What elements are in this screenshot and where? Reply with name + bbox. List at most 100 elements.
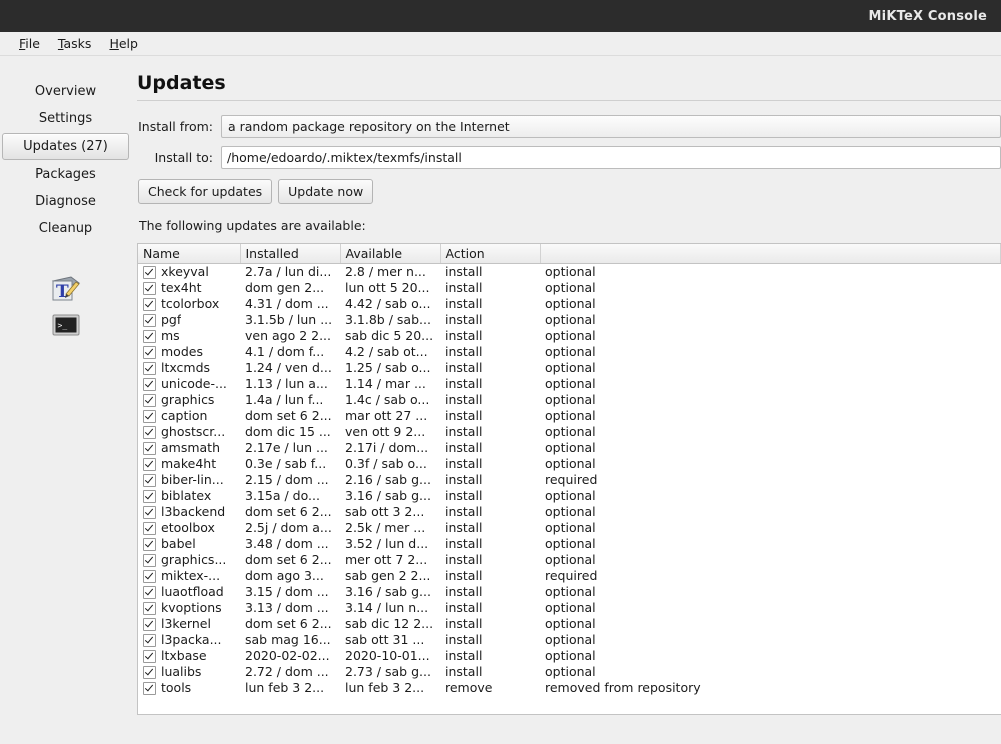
row-checkbox[interactable] [143, 345, 156, 359]
cell-installed: 2.7a / lun di... [245, 264, 332, 279]
table-row[interactable]: modes 4.1 / dom f... 4.2 / sab ot... instal… [138, 344, 1001, 360]
table-row[interactable]: tcolorbox 4.31 / dom ... 4.42 / sab o... in… [138, 296, 1001, 312]
table-row[interactable]: graphics 1.4a / lun f... 1.4c / sab o... in… [138, 392, 1001, 408]
package-name: ltxcmds [161, 360, 211, 375]
terminal-icon[interactable]: >_ [52, 314, 80, 338]
row-checkbox[interactable] [143, 457, 156, 471]
row-checkbox[interactable] [143, 329, 156, 343]
update-now-button[interactable]: Update now [278, 179, 374, 204]
cell-installed: lun feb 3 2... [245, 680, 325, 695]
table-row[interactable]: babel 3.48 / dom ... 3.52 / lun d... instal… [138, 536, 1001, 552]
table-row[interactable]: graphics... dom set 6 2... mer ott 7 2... i… [138, 552, 1001, 568]
install-to-input[interactable]: /home/edoardo/.miktex/texmfs/install [221, 146, 1001, 169]
table-row[interactable]: ltxcmds 1.24 / ven d... 1.25 / sab o... ins… [138, 360, 1001, 376]
row-checkbox[interactable] [143, 649, 156, 663]
row-checkbox[interactable] [143, 569, 156, 583]
cell-available: sab ott 31 ... [345, 632, 425, 647]
cell-available: mar ott 27 ... [345, 408, 428, 423]
cell-action: install [445, 616, 483, 631]
row-checkbox[interactable] [143, 473, 156, 487]
row-checkbox[interactable] [143, 521, 156, 535]
menu-help[interactable]: Help [100, 34, 147, 53]
row-checkbox[interactable] [143, 585, 156, 599]
table-row[interactable]: l3kernel dom set 6 2... sab dic 12 2... ins… [138, 616, 1001, 632]
cell-available: 1.25 / sab o... [345, 360, 431, 375]
row-checkbox[interactable] [143, 537, 156, 551]
row-checkbox[interactable] [143, 409, 156, 423]
row-checkbox[interactable] [143, 617, 156, 631]
table-row[interactable]: l3packa... sab mag 16... sab ott 31 ... ins… [138, 632, 1001, 648]
table-row[interactable]: ghostscr... dom dic 15 ... ven ott 9 2... i… [138, 424, 1001, 440]
package-name: lualibs [161, 664, 202, 679]
table-row[interactable]: amsmath 2.17e / lun ... 2.17i / dom... inst… [138, 440, 1001, 456]
table-row[interactable]: tools lun feb 3 2... lun feb 3 2... remove r… [138, 680, 1001, 696]
table-row[interactable]: make4ht 0.3e / sab f... 0.3f / sab o... ins… [138, 456, 1001, 472]
cell-available: 3.16 / sab g... [345, 584, 431, 599]
row-checkbox[interactable] [143, 489, 156, 503]
texworks-icon[interactable]: T [49, 272, 83, 306]
row-checkbox[interactable] [143, 505, 156, 519]
sidebar-item-label: Overview [34, 84, 97, 99]
row-checkbox[interactable] [143, 313, 156, 327]
row-checkbox[interactable] [143, 681, 156, 695]
cell-note: optional [545, 376, 596, 391]
cell-note: optional [545, 280, 596, 295]
sidebar-item-diagnose[interactable]: Diagnose [0, 188, 131, 215]
row-checkbox[interactable] [143, 553, 156, 567]
row-checkbox[interactable] [143, 265, 156, 279]
table-row[interactable]: caption dom set 6 2... mar ott 27 ... insta… [138, 408, 1001, 424]
row-checkbox[interactable] [143, 361, 156, 375]
table-row[interactable]: luaotfload 3.15 / dom ... 3.16 / sab g... i… [138, 584, 1001, 600]
row-checkbox[interactable] [143, 281, 156, 295]
table-row[interactable]: miktex-... dom ago 3... sab gen 2 2... inst… [138, 568, 1001, 584]
table-row[interactable]: tex4ht dom gen 2... lun ott 5 20... install… [138, 280, 1001, 296]
package-name: etoolbox [161, 520, 215, 535]
cell-action: remove [445, 680, 493, 695]
column-header-action[interactable]: Action [440, 244, 541, 264]
table-row[interactable]: biber-lin... 2.15 / dom ... 2.16 / sab g..… [138, 472, 1001, 488]
row-checkbox[interactable] [143, 633, 156, 647]
table-row[interactable]: pgf 3.1.5b / lun ... 3.1.8b / sab... instal… [138, 312, 1001, 328]
cell-available: lun feb 3 2... [345, 680, 425, 695]
table-row[interactable]: etoolbox 2.5j / dom a... 2.5k / mer ... ins… [138, 520, 1001, 536]
table-row[interactable]: lualibs 2.72 / dom ... 2.73 / sab g... inst… [138, 664, 1001, 680]
row-checkbox[interactable] [143, 393, 156, 407]
menu-file[interactable]: File [10, 34, 49, 53]
row-checkbox[interactable] [143, 441, 156, 455]
cell-note: optional [545, 424, 596, 439]
table-row[interactable]: kvoptions 3.13 / dom ... 3.14 / lun n... in… [138, 600, 1001, 616]
cell-name: l3packa... [138, 632, 240, 648]
sidebar-item-updates[interactable]: Updates (27) [2, 133, 129, 160]
column-header-available[interactable]: Available [340, 244, 441, 264]
table-row[interactable]: xkeyval 2.7a / lun di... 2.8 / mer n... ins… [138, 264, 1001, 281]
svg-text:>_: >_ [57, 321, 67, 330]
table-row[interactable]: biblatex 3.15a / do... 3.16 / sab g... inst… [138, 488, 1001, 504]
cell-note: optional [545, 504, 596, 519]
cell-installed: 4.31 / dom ... [245, 296, 329, 311]
table-row[interactable]: ltxbase 2020-02-02... 2020-10-01... install… [138, 648, 1001, 664]
column-header-name[interactable]: Name [138, 244, 241, 264]
cell-name: tools [138, 680, 240, 696]
row-checkbox[interactable] [143, 297, 156, 311]
column-header-installed[interactable]: Installed [240, 244, 341, 264]
table-row[interactable]: unicode-... 1.13 / lun a... 1.14 / mar ...… [138, 376, 1001, 392]
updates-table-container[interactable]: Name Installed Available Action xkeyval 2… [137, 243, 1001, 715]
sidebar-item-label: Diagnose [35, 194, 96, 209]
cell-available: lun ott 5 20... [345, 280, 430, 295]
table-row[interactable]: ms ven ago 2 2... sab dic 5 20... install op… [138, 328, 1001, 344]
row-checkbox[interactable] [143, 665, 156, 679]
row-checkbox[interactable] [143, 601, 156, 615]
table-row[interactable]: l3backend dom set 6 2... sab ott 3 2... ins… [138, 504, 1001, 520]
install-from-combobox[interactable]: a random package repository on the Inter… [221, 115, 1001, 138]
sidebar-item-packages[interactable]: Packages [0, 161, 131, 188]
column-header-note[interactable] [540, 244, 1001, 264]
row-checkbox[interactable] [143, 425, 156, 439]
sidebar-item-overview[interactable]: Overview [0, 78, 131, 105]
sidebar-item-cleanup[interactable]: Cleanup [0, 215, 131, 242]
row-checkbox[interactable] [143, 377, 156, 391]
check-for-updates-button[interactable]: Check for updates [138, 179, 273, 204]
package-name: kvoptions [161, 600, 222, 615]
sidebar-item-settings[interactable]: Settings [0, 105, 131, 132]
menu-tasks[interactable]: Tasks [49, 34, 101, 53]
package-name: unicode-... [161, 376, 227, 391]
